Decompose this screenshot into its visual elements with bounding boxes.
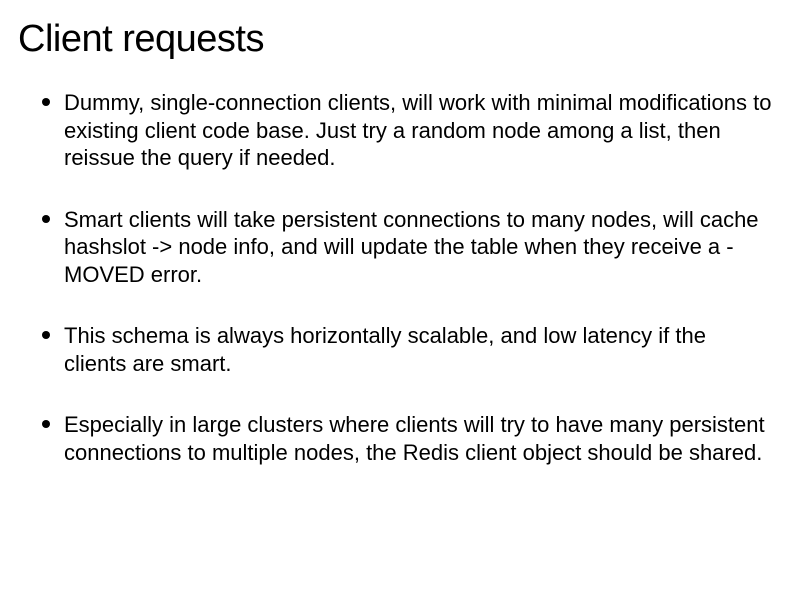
list-item: Dummy, single-connection clients, will w…: [42, 89, 772, 172]
slide-title: Client requests: [18, 18, 772, 61]
bullet-list: Dummy, single-connection clients, will w…: [18, 89, 772, 466]
list-item: Smart clients will take persistent conne…: [42, 206, 772, 289]
list-item: This schema is always horizontally scala…: [42, 322, 772, 377]
list-item: Especially in large clusters where clien…: [42, 411, 772, 466]
